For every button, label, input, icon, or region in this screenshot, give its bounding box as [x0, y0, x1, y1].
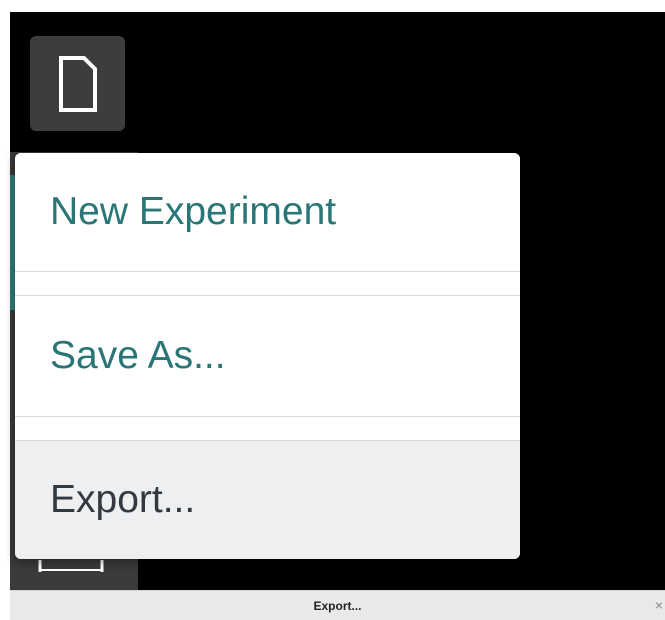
menu-item-save-as[interactable]: Save As...: [15, 296, 520, 416]
menu-item-new-experiment[interactable]: New Experiment: [15, 153, 520, 271]
menu-item-export[interactable]: Export...: [15, 441, 520, 559]
file-dropdown-menu: New Experiment Save As... Export...: [15, 153, 520, 559]
status-text: Export...: [313, 599, 362, 613]
menu-divider: [15, 271, 520, 272]
menu-item-label: Export...: [50, 478, 196, 521]
close-icon[interactable]: ×: [655, 597, 663, 613]
menu-divider: [15, 416, 520, 417]
scale-ticks: [38, 560, 104, 572]
document-icon: [58, 55, 97, 112]
menu-item-label: Save As...: [50, 334, 226, 377]
app-window: New Experiment Save As... Export... Expo…: [0, 0, 665, 620]
file-menu-button[interactable]: [30, 36, 125, 131]
menu-item-label: New Experiment: [50, 190, 337, 233]
status-bar: Export... ×: [10, 590, 665, 620]
